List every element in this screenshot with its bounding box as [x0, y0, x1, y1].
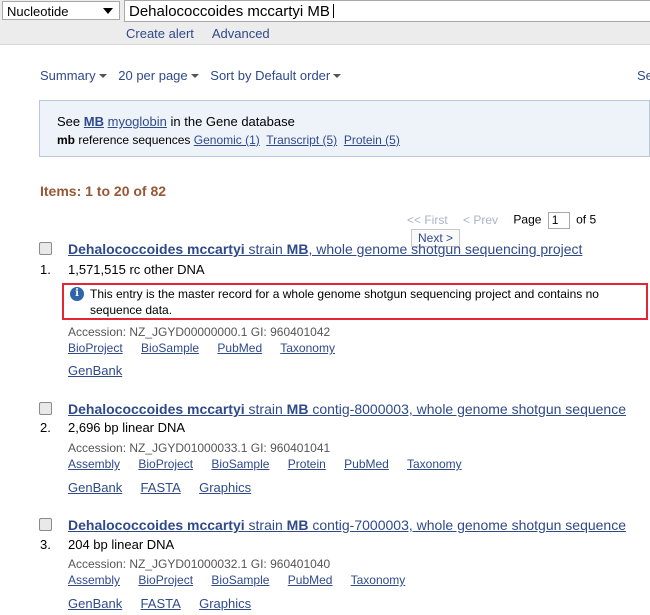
- pubmed-link[interactable]: PubMed: [344, 457, 389, 471]
- per-page-label: 20 per page: [118, 68, 188, 83]
- record-title-strain: strain: [244, 401, 287, 417]
- taxonomy-link[interactable]: Taxonomy: [280, 341, 335, 355]
- ref-text: reference sequences: [78, 133, 191, 147]
- genomic-link[interactable]: Genomic (1): [194, 133, 260, 147]
- fasta-link[interactable]: FASTA: [141, 480, 181, 495]
- record-title-link[interactable]: Dehalococcoides mccartyi strain MB conti…: [68, 401, 626, 417]
- gene-database-box: See MB myoglobin in the Gene database mb…: [39, 100, 650, 157]
- gene-name-link[interactable]: myoglobin: [108, 114, 167, 129]
- biosample-link[interactable]: BioSample: [211, 457, 269, 471]
- protein-link[interactable]: Protein: [288, 457, 326, 471]
- record-accession: Accession: NZ_JGYD01000032.1 GI: 9604010…: [68, 557, 331, 571]
- biosample-link[interactable]: BioSample: [141, 341, 199, 355]
- database-select-value: Nucleotide: [7, 4, 69, 19]
- pubmed-link[interactable]: PubMed: [288, 573, 333, 587]
- record-title-link[interactable]: Dehalococcoides mccartyi strain MB, whol…: [68, 241, 582, 257]
- genbank-link[interactable]: GenBank: [68, 480, 122, 495]
- record-title-organism: Dehalococcoides mccartyi: [68, 517, 245, 533]
- record-accession: Accession: NZ_JGYD01000033.1 GI: 9604010…: [68, 441, 331, 455]
- create-alert-link[interactable]: Create alert: [126, 26, 194, 41]
- record-checkbox[interactable]: [39, 402, 52, 415]
- record-number: 3.: [40, 537, 51, 552]
- chevron-down-icon: [103, 8, 113, 14]
- summary-label: Summary: [40, 68, 96, 83]
- see-label: See: [57, 114, 81, 129]
- record-title-strain: strain: [244, 517, 287, 533]
- search-links: Create alert Advanced: [126, 26, 285, 41]
- protein-link[interactable]: Protein (5): [344, 133, 400, 147]
- info-icon: i: [70, 287, 84, 301]
- record-links: BioProject BioSample PubMed Taxonomy: [68, 341, 350, 355]
- chevron-down-icon: [333, 74, 342, 78]
- notice-text: This entry is the master record for a wh…: [90, 287, 599, 317]
- taxonomy-link[interactable]: Taxonomy: [407, 457, 462, 471]
- ref-symbol: mb: [57, 133, 75, 147]
- per-page-dropdown[interactable]: 20 per page: [118, 68, 199, 83]
- chevron-down-icon: [190, 74, 199, 78]
- bioproject-link[interactable]: BioProject: [138, 457, 193, 471]
- sort-label: Sort by Default order: [210, 68, 331, 83]
- advanced-search-link[interactable]: Advanced: [212, 26, 270, 41]
- sort-dropdown[interactable]: Sort by Default order: [210, 68, 342, 83]
- items-count: Items: 1 to 20 of 82: [40, 183, 167, 199]
- record-description: 2,696 bp linear DNA: [68, 420, 186, 435]
- database-select[interactable]: Nucleotide: [2, 1, 120, 20]
- assembly-link[interactable]: Assembly: [68, 573, 120, 587]
- page-of-label: of 5: [576, 212, 597, 227]
- gene-box-line: See MB myoglobin in the Gene database: [57, 114, 295, 129]
- record-title-strain-id: MB: [286, 517, 309, 533]
- first-page-link[interactable]: << First: [407, 213, 448, 227]
- record-title-rest: contig-8000003, whole genome shotgun seq…: [308, 401, 627, 417]
- record-accession: Accession: NZ_JGYD00000000.1 GI: 9604010…: [68, 325, 331, 339]
- reference-sequences-line: mb reference sequences Genomic (1) Trans…: [57, 133, 400, 147]
- record-title-rest: contig-7000003, whole genome shotgun seq…: [308, 517, 627, 533]
- record-number: 1.: [40, 262, 51, 277]
- genbank-link[interactable]: GenBank: [68, 363, 122, 378]
- record-title-strain-id: MB: [286, 401, 309, 417]
- record-format-links: GenBank: [68, 363, 137, 378]
- gene-box-suffix: in the Gene database: [170, 114, 295, 129]
- search-bar: Nucleotide Dehalococcoides mccartyi MB C…: [0, 0, 650, 45]
- graphics-link[interactable]: Graphics: [199, 480, 251, 495]
- pubmed-link[interactable]: PubMed: [217, 341, 262, 355]
- biosample-link[interactable]: BioSample: [211, 573, 269, 587]
- record-description: 1,571,515 rc other DNA: [68, 262, 205, 277]
- summary-dropdown[interactable]: Summary: [40, 68, 107, 83]
- bioproject-link[interactable]: BioProject: [138, 573, 193, 587]
- master-record-notice: i This entry is the master record for a …: [62, 283, 648, 320]
- chevron-down-icon: [98, 74, 107, 78]
- record-links: Assembly BioProject BioSample Protein Pu…: [68, 457, 477, 471]
- record-checkbox[interactable]: [39, 518, 52, 531]
- page-label: Page: [513, 212, 542, 227]
- record-title-rest: , whole genome shotgun sequencing projec…: [308, 241, 583, 257]
- record-title-link[interactable]: Dehalococcoides mccartyi strain MB conti…: [68, 517, 626, 533]
- record-description: 204 bp linear DNA: [68, 537, 175, 552]
- bioproject-link[interactable]: BioProject: [68, 341, 123, 355]
- search-query-text: Dehalococcoides mccartyi MB: [129, 3, 330, 20]
- graphics-link[interactable]: Graphics: [199, 596, 251, 611]
- page-number-input[interactable]: 1: [547, 212, 570, 229]
- genbank-link[interactable]: GenBank: [68, 596, 122, 611]
- record-title-strain: strain: [244, 241, 287, 257]
- search-input[interactable]: Dehalococcoides mccartyi MB: [124, 0, 650, 22]
- record-links: Assembly BioProject BioSample PubMed Tax…: [68, 573, 420, 587]
- send-to-dropdown[interactable]: Se: [637, 68, 650, 83]
- text-cursor: [332, 4, 334, 18]
- record-title-organism: Dehalococcoides mccartyi: [68, 401, 245, 417]
- record-title-organism: Dehalococcoides mccartyi: [68, 241, 245, 257]
- fasta-link[interactable]: FASTA: [141, 596, 181, 611]
- record-format-links: GenBank FASTA Graphics: [68, 596, 266, 611]
- transcript-link[interactable]: Transcript (5): [266, 133, 337, 147]
- prev-page-link[interactable]: < Prev: [463, 213, 498, 227]
- display-settings-toolbar: Summary 20 per page Sort by Default orde…: [40, 68, 349, 83]
- record-format-links: GenBank FASTA Graphics: [68, 480, 266, 495]
- record-title-strain-id: MB: [286, 241, 309, 257]
- gene-symbol-link[interactable]: MB: [84, 114, 104, 129]
- record-checkbox[interactable]: [39, 242, 52, 255]
- record-number: 2.: [40, 420, 51, 435]
- taxonomy-link[interactable]: Taxonomy: [351, 573, 406, 587]
- assembly-link[interactable]: Assembly: [68, 457, 120, 471]
